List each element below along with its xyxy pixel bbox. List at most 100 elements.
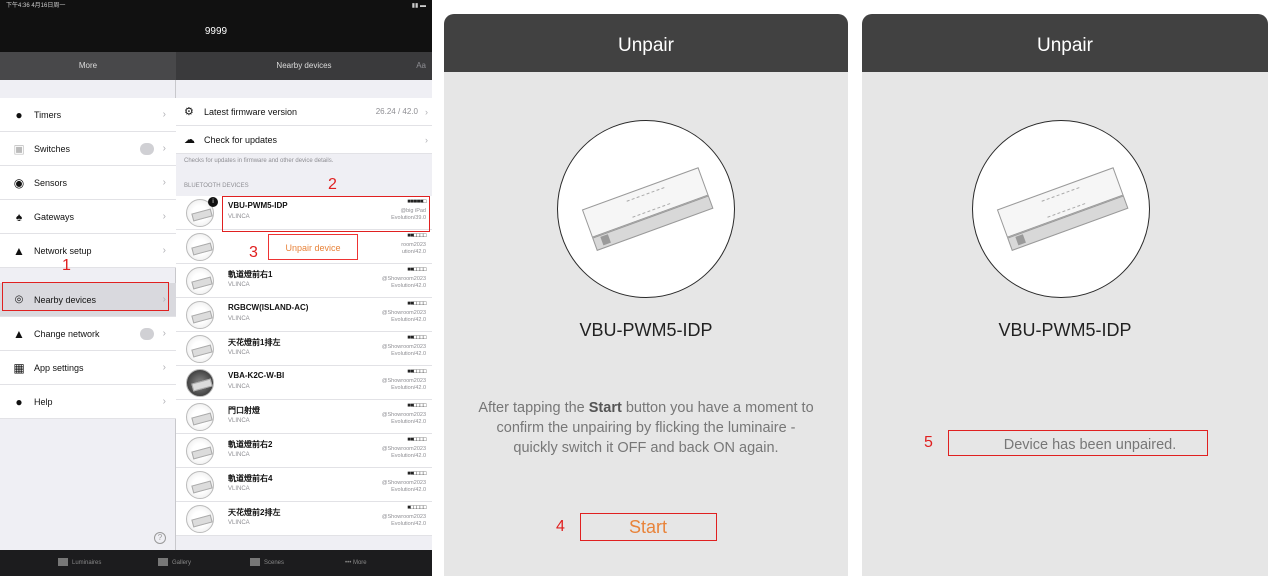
sidebar-item-change-network[interactable]: ▲ Change network › [0, 317, 176, 351]
device-row[interactable]: 天花燈前2排左 VLINCA ■□□□□□ @Showroom2023 Evolutio… [176, 502, 432, 536]
sidebar-item-switches[interactable]: ▣ Switches › [0, 132, 176, 166]
unpair-instructions: After tapping the Start button you have … [478, 400, 814, 456]
clock-icon: ● [15, 108, 23, 122]
text-size-button[interactable]: Aa [416, 52, 426, 80]
network-icon: ▲ [13, 244, 25, 258]
device-image [972, 120, 1150, 298]
dialog-title: Unpair [444, 14, 848, 72]
battery-icon: ▮▮ ▬ [411, 3, 426, 9]
luminaire-icon [58, 558, 68, 567]
switch-icon: ▣ [13, 142, 25, 156]
status-bar: 下午4:36 4月16日周一 ▮▮ ▬ [0, 0, 432, 12]
dialog-title: Unpair [862, 14, 1268, 72]
device-name: RGBCW(ISLAND-AC) [228, 303, 309, 312]
gateway-icon: ♠ [15, 210, 23, 224]
chevron-right-icon: › [162, 211, 166, 222]
led-driver-image [581, 167, 714, 253]
device-vendor: VLINCA [228, 384, 250, 390]
chevron-right-icon: › [162, 245, 166, 256]
firmware-value: 26.24 / 42.0 [375, 107, 418, 116]
device-name: VBU-PWM5-IDP [998, 320, 1132, 340]
sidebar-item-sensors[interactable]: ◉ Sensors › [0, 166, 176, 200]
section-header: BLUETOOTH DEVICES [184, 183, 249, 189]
sidebar-item-label: Timers [34, 110, 62, 120]
sidebar-item-help[interactable]: ● Help › [0, 385, 176, 419]
nearby-devices-list: ⚙ Latest firmware version 26.24 / 42.0 ›… [176, 80, 432, 550]
device-thumbnail [186, 471, 214, 499]
signal-strength: ■■□□□□ [407, 233, 426, 239]
device-row[interactable]: 門口射燈 VLINCA ■■□□□□ @Showroom2023 Evolution/4… [176, 400, 432, 434]
device-row[interactable]: 軌道燈前右1 VLINCA ■■□□□□ @Showroom2023 Evolution… [176, 264, 432, 298]
device-name: 天花燈前2排左 [228, 508, 281, 517]
chevron-right-icon: › [162, 362, 166, 373]
updates-caption: Checks for updates in firmware and other… [184, 158, 334, 164]
annotation-number: 5 [924, 434, 933, 451]
device-name: VBA-K2C-W-BI [228, 371, 285, 380]
sidebar-item-timers[interactable]: ● Timers › [0, 98, 176, 132]
highlight-nearby-devices [2, 282, 169, 311]
device-row[interactable]: ■■□□□□ room2023 ution/42.0 Unpair device [176, 230, 432, 264]
signal-strength: ■■□□□□ [407, 403, 426, 409]
sidebar-item-app-settings[interactable]: ▦ App settings › [0, 351, 176, 385]
nav-title: Nearby devices [276, 61, 332, 70]
firmware-row[interactable]: ⚙ Latest firmware version 26.24 / 42.0 › [176, 98, 432, 126]
highlight-start-button [580, 513, 717, 541]
sidebar-item-label: Change network [34, 329, 100, 339]
device-thumbnail [186, 437, 214, 465]
unpair-result-dialog: Unpair VBU-PWM5-IDP Device has been unpa… [862, 14, 1268, 576]
device-row[interactable]: 軌道燈前右2 VLINCA ■■□□□□ @Showroom2023 Evolution… [176, 434, 432, 468]
unpair-device-button[interactable]: Unpair device [268, 234, 358, 260]
device-row[interactable]: VBA-K2C-W-BI VLINCA ■■□□□□ @Showroom2023 Evo… [176, 366, 432, 400]
tab-more[interactable]: ••• More [345, 550, 367, 576]
device-row[interactable]: 軌道燈前右4 VLINCA ■■□□□□ @Showroom2023 Evolution… [176, 468, 432, 502]
signal-strength: ■□□□□□ [407, 505, 426, 511]
info-icon[interactable]: i [208, 197, 218, 207]
signal-strength: ■■□□□□ [407, 369, 426, 375]
nav-more: More [0, 52, 176, 80]
device-thumbnail [186, 403, 214, 431]
device-name: 軌道燈前右1 [228, 270, 273, 279]
device-network-info: room2023 ution/42.0 [401, 242, 426, 255]
device-thumbnail [186, 233, 214, 261]
unpair-dialog: Unpair VBU-PWM5-IDP After tapping the St… [444, 14, 848, 576]
tab-luminaires[interactable]: Luminaires [58, 550, 101, 576]
status-time: 下午4:36 4月16日周一 [6, 3, 66, 9]
help-circle-icon[interactable]: ? [154, 532, 166, 544]
network-title: 9999 [0, 12, 432, 52]
sidebar-item-gateways[interactable]: ♠ Gateways › [0, 200, 176, 234]
scenes-icon [250, 558, 260, 567]
chevron-right-icon: › [162, 143, 166, 154]
highlight-status [948, 430, 1208, 456]
sidebar-item-label: Gateways [34, 212, 75, 222]
sidebar: ● Timers › ▣ Switches › ◉ Sensors › ♠ Ga… [0, 80, 176, 550]
device-vendor: VLINCA [228, 350, 250, 356]
device-network-info: @Showroom2023 Evolution/42.0 [381, 412, 426, 425]
device-network-info: @Showroom2023 Evolution/42.0 [381, 344, 426, 357]
sidebar-item-label: Sensors [34, 178, 68, 188]
device-row[interactable]: RGBCW(ISLAND-AC) VLINCA ■■□□□□ @Showroom202… [176, 298, 432, 332]
device-name: 軌道燈前右2 [228, 440, 273, 449]
device-network-info: @Showroom2023 Evolution/42.0 [381, 514, 426, 527]
sensor-icon: ◉ [13, 176, 25, 190]
sidebar-item-network-setup[interactable]: ▲ Network setup › [0, 234, 176, 268]
check-updates-row[interactable]: ☁ Check for updates › [176, 126, 432, 154]
tab-gallery[interactable]: Gallery [158, 550, 191, 576]
device-vendor: VLINCA [228, 486, 250, 492]
toggle-indicator [140, 143, 154, 155]
nav-nearby-devices: Nearby devices Aa [176, 52, 432, 80]
device-thumbnail [186, 505, 214, 533]
device-network-info: @Showroom2023 Evolution/42.0 [381, 446, 426, 459]
tab-scenes[interactable]: Scenes [250, 550, 284, 576]
settings-icon: ▦ [13, 361, 25, 375]
annotation-number: 4 [556, 518, 565, 535]
device-thumbnail [186, 267, 214, 295]
device-row[interactable]: 天花燈前1排左 VLINCA ■■□□□□ @Showroom2023 Evolutio… [176, 332, 432, 366]
device-network-info: @Showroom2023 Evolution/42.0 [381, 276, 426, 289]
chevron-right-icon: › [162, 396, 166, 407]
device-vendor: VLINCA [228, 282, 250, 288]
check-updates-label: Check for updates [204, 135, 278, 145]
annotation-number: 1 [62, 257, 71, 274]
toggle-indicator [140, 328, 154, 340]
gears-icon: ⚙ [184, 106, 194, 118]
device-name: 軌道燈前右4 [228, 474, 273, 483]
